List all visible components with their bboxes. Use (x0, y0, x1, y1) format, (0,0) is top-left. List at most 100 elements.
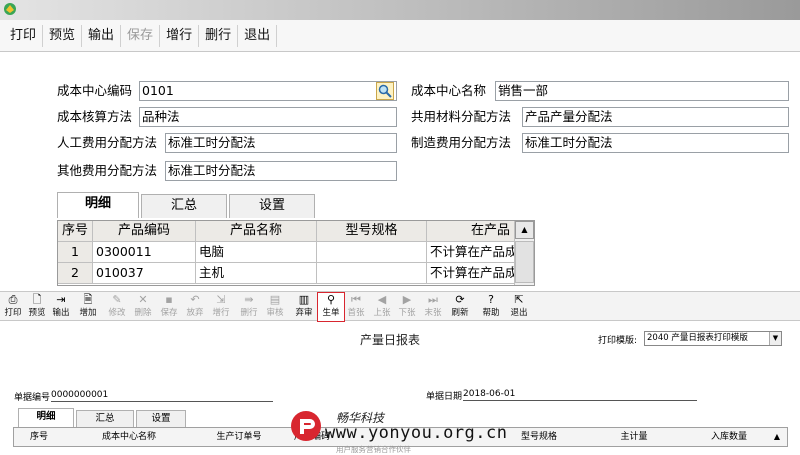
preview-button[interactable]: 预览 (43, 24, 83, 47)
doc-number-value[interactable]: 0000000001 (51, 390, 108, 400)
wip-cell[interactable]: 不计算在产品成本 (427, 242, 517, 263)
save-icon: ▪ (165, 293, 173, 306)
doc-date-value[interactable]: 2018-06-01 (463, 389, 515, 399)
yonyou-logo (291, 411, 321, 441)
toolbar-button-label: 上张 (373, 308, 391, 318)
report-col-order-no[interactable]: 生产订单号 (184, 428, 294, 446)
watermark-url: www.yonyou.org.cn (325, 423, 508, 443)
toolbar-button-label: 删除 (134, 308, 152, 318)
cost-center-code-field[interactable]: 0101 (139, 81, 397, 101)
row-number: 1 (58, 242, 93, 263)
generate-toolbar-button[interactable]: ⚲ 生单 (317, 292, 345, 322)
grid-col-code[interactable]: 产品编码 (93, 221, 196, 242)
toolbar-button-label: 放弃 (186, 308, 204, 318)
costing-method-field[interactable]: 品种法 (139, 107, 397, 127)
save-toolbar-button[interactable]: ▪ 保存 (156, 293, 182, 321)
product-name-cell[interactable]: 电脑 (196, 242, 317, 263)
spec-cell[interactable] (317, 242, 427, 263)
grid-vertical-scrollbar[interactable]: ▲ (514, 221, 534, 285)
product-code-cell[interactable]: 0300011 (93, 242, 196, 263)
undo-icon: ↶ (190, 293, 200, 306)
product-name-cell[interactable]: 主机 (196, 263, 317, 284)
export-toolbar-button[interactable]: ⇥ 输出 (48, 293, 74, 321)
scroll-thumb[interactable] (515, 241, 534, 283)
unapprove-toolbar-button[interactable]: ▥ 弃审 (291, 293, 317, 321)
chevron-down-icon[interactable]: ▼ (769, 332, 781, 345)
add-toolbar-button[interactable]: 🗎 增加 (75, 293, 101, 321)
report-col-spec[interactable]: 型号规格 (504, 428, 574, 446)
first-record-toolbar-button[interactable]: ⏮ 首张 (343, 293, 369, 321)
report-col-uom[interactable]: 主计量 (594, 428, 674, 446)
labor-alloc-field[interactable]: 标准工时分配法 (165, 133, 397, 153)
report-col-cost-center[interactable]: 成本中心名称 (74, 428, 184, 446)
grid-col-no[interactable]: 序号 (58, 221, 93, 242)
toolbar-button-label: 预览 (28, 308, 46, 318)
last-record-icon: ⏭ (428, 293, 438, 306)
printer-toolbar-button[interactable]: ⎙ 打印 (0, 293, 26, 321)
grid-col-spec[interactable]: 型号规格 (317, 221, 427, 242)
title-bar (0, 0, 800, 20)
export-icon: ⇥ (56, 293, 66, 306)
save-button[interactable]: 保存 (121, 24, 161, 47)
print-template-select[interactable]: 2040 产量日报表打印模版 ▼ (644, 331, 782, 346)
approve-icon: ▤ (269, 293, 281, 306)
scroll-up-icon[interactable]: ▲ (769, 428, 785, 446)
grid-col-wip[interactable]: 在产品 (427, 221, 517, 242)
shared-material-alloc-label: 共用材料分配方法 (411, 109, 512, 124)
prev-record-toolbar-button[interactable]: ◀ 上张 (369, 293, 395, 321)
tab-settings[interactable]: 设置 (229, 194, 315, 218)
row-number: 2 (58, 263, 93, 284)
doc-number-underline (51, 401, 273, 402)
print-template-value: 2040 产量日报表打印模版 (647, 333, 748, 343)
toolbar-button-label: 增加 (79, 308, 97, 318)
help-icon: ? (488, 293, 494, 306)
report-col-no[interactable]: 序号 (14, 428, 64, 446)
other-alloc-label: 其他费用分配方法 (57, 163, 158, 178)
scroll-up-icon[interactable]: ▲ (515, 221, 534, 239)
add-row-button[interactable]: 增行 (160, 24, 200, 47)
delete-row-toolbar-button[interactable]: ⇛ 删行 (236, 293, 262, 321)
delete-row-button[interactable]: 删行 (199, 24, 239, 47)
toolbar-button-label: 输出 (52, 308, 70, 318)
report-tab-settings[interactable]: 设置 (136, 410, 186, 428)
toolbar-button-label: 弃审 (295, 308, 313, 318)
other-alloc-field[interactable]: 标准工时分配法 (165, 161, 397, 181)
labor-alloc-label: 人工费用分配方法 (57, 135, 158, 150)
exit-button[interactable]: 退出 (238, 24, 278, 47)
report-tab-summary[interactable]: 汇总 (76, 410, 134, 428)
refresh-icon: ⟳ (455, 293, 465, 306)
toolbar-button-label: 增行 (212, 308, 230, 318)
refresh-toolbar-button[interactable]: ⟳ 刷新 (447, 293, 473, 321)
tab-summary[interactable]: 汇总 (141, 194, 227, 218)
edit-toolbar-button[interactable]: ✎ 修改 (104, 293, 130, 321)
spec-cell[interactable] (317, 263, 427, 284)
undo-toolbar-button[interactable]: ↶ 放弃 (182, 293, 208, 321)
preview-toolbar-button[interactable]: 🗋 预览 (24, 293, 50, 321)
cost-center-name-field[interactable]: 销售一部 (495, 81, 789, 101)
table-row[interactable]: 1 0300011 电脑 不计算在产品成本 (58, 242, 534, 263)
edit-icon: ✎ (112, 293, 122, 306)
approve-toolbar-button[interactable]: ▤ 审核 (262, 293, 288, 321)
manufacturing-alloc-label: 制造费用分配方法 (411, 135, 512, 150)
help-toolbar-button[interactable]: ? 帮助 (478, 293, 504, 321)
shared-material-alloc-field[interactable]: 产品产量分配法 (522, 107, 789, 127)
last-record-toolbar-button[interactable]: ⏭ 末张 (420, 293, 446, 321)
delete-toolbar-button[interactable]: ✕ 删除 (130, 293, 156, 321)
print-button[interactable]: 打印 (4, 24, 44, 47)
next-record-toolbar-button[interactable]: ▶ 下张 (394, 293, 420, 321)
grid-col-name[interactable]: 产品名称 (196, 221, 317, 242)
report-tab-detail[interactable]: 明细 (18, 408, 74, 428)
toolbar-button-label: 末张 (424, 308, 442, 318)
wip-cell[interactable]: 不计算在产品成本 (427, 263, 517, 284)
export-button[interactable]: 输出 (82, 24, 122, 47)
add-row-toolbar-button[interactable]: ⇲ 增行 (208, 293, 234, 321)
table-row[interactable]: 2 010037 主机 不计算在产品成本 (58, 263, 534, 284)
costing-method-label: 成本核算方法 (57, 109, 133, 124)
exit-toolbar-button[interactable]: ⇱ 退出 (506, 293, 532, 321)
manufacturing-alloc-field[interactable]: 标准工时分配法 (522, 133, 789, 153)
report-col-qty[interactable]: 入库数量 (694, 428, 764, 446)
lookup-icon[interactable] (376, 82, 394, 100)
product-code-cell[interactable]: 010037 (93, 263, 196, 284)
cost-center-name-label: 成本中心名称 (411, 83, 487, 98)
tab-detail[interactable]: 明细 (57, 192, 139, 218)
